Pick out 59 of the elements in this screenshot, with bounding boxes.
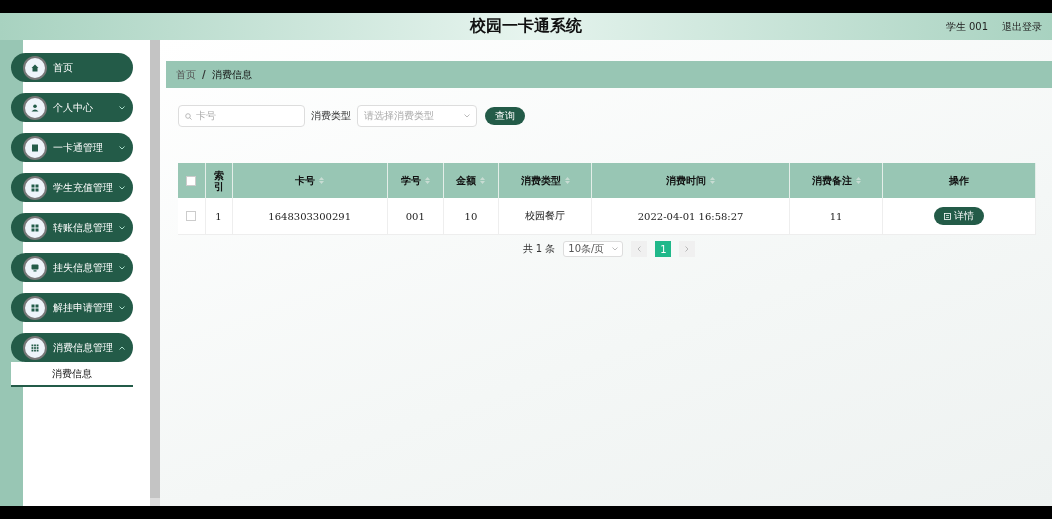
search-icon (185, 112, 192, 120)
logout-link[interactable]: 退出登录 (1002, 19, 1042, 34)
chevron-left-icon (637, 246, 642, 252)
grid-icon (31, 303, 39, 312)
column-header[interactable]: 消费时间 (591, 163, 790, 198)
column-header[interactable]: 消费备注 (789, 163, 883, 198)
sidebar-item[interactable]: 学生充值管理 (11, 173, 133, 202)
sort-icon[interactable] (424, 177, 430, 184)
table-cell: 2022-04-01 16:58:27 (591, 198, 790, 235)
monitor-icon (31, 263, 39, 272)
chevron-down-icon (464, 114, 470, 118)
sort-icon[interactable] (564, 177, 570, 184)
chevron-right-icon (685, 246, 690, 252)
home-icon (31, 63, 39, 72)
submenu-item[interactable]: 消费信息 (11, 362, 133, 387)
select-all-checkbox[interactable] (186, 175, 197, 186)
total-count: 共 1 条 (522, 242, 556, 256)
column-header[interactable]: 消费类型 (498, 163, 592, 198)
row-checkbox[interactable] (186, 211, 197, 221)
column-header[interactable]: 学号 (387, 163, 444, 198)
sidebar-item[interactable]: 个人中心 (11, 93, 133, 122)
sidebar-item[interactable]: 消费信息管理 (11, 333, 133, 362)
sidebar-item[interactable]: 挂失信息管理 (11, 253, 133, 282)
breadcrumb-separator: / (202, 69, 206, 80)
grid-icon (31, 183, 39, 192)
sidebar-item[interactable]: 一卡通管理 (11, 133, 133, 162)
scrollbar[interactable] (150, 40, 160, 506)
grid-icon (31, 223, 39, 232)
sidebar-item[interactable]: 首页 (11, 53, 133, 82)
detail-button[interactable]: 详情 (934, 207, 984, 225)
column-header: 操作 (882, 163, 1036, 198)
page-size-select[interactable]: 10条/页 (563, 241, 624, 257)
query-button[interactable]: 查询 (485, 107, 525, 125)
table-cell: 1 (205, 198, 232, 235)
column-header[interactable]: 金额 (443, 163, 499, 198)
next-page-button[interactable] (679, 241, 696, 257)
table-cell: 10 (443, 198, 499, 235)
app-title: 校园一卡通系统 (470, 16, 582, 37)
chevron-down-icon (612, 247, 619, 251)
grid-icon (31, 343, 39, 352)
table-cell: 校园餐厅 (498, 198, 592, 235)
book-icon (31, 143, 39, 152)
sort-icon[interactable] (855, 177, 861, 184)
sort-icon[interactable] (480, 177, 486, 184)
column-header[interactable]: 卡号 (232, 163, 388, 198)
previous-page-button[interactable] (631, 241, 648, 257)
sidebar-item[interactable]: 解挂申请管理 (11, 293, 133, 322)
table-cell: 001 (387, 198, 444, 235)
sort-icon[interactable] (710, 177, 716, 184)
user-icon (31, 103, 39, 112)
type-label: 消费类型 (311, 109, 351, 123)
table-cell: 1648303300291 (232, 198, 388, 235)
column-header: 索引 (205, 163, 232, 198)
table-cell: 11 (789, 198, 883, 235)
document-icon (944, 212, 951, 220)
sort-icon[interactable] (319, 177, 325, 184)
user-label: 学生 001 (945, 19, 988, 34)
sidebar-item[interactable]: 转账信息管理 (11, 213, 133, 242)
breadcrumb-link[interactable]: 首页 (176, 67, 196, 82)
